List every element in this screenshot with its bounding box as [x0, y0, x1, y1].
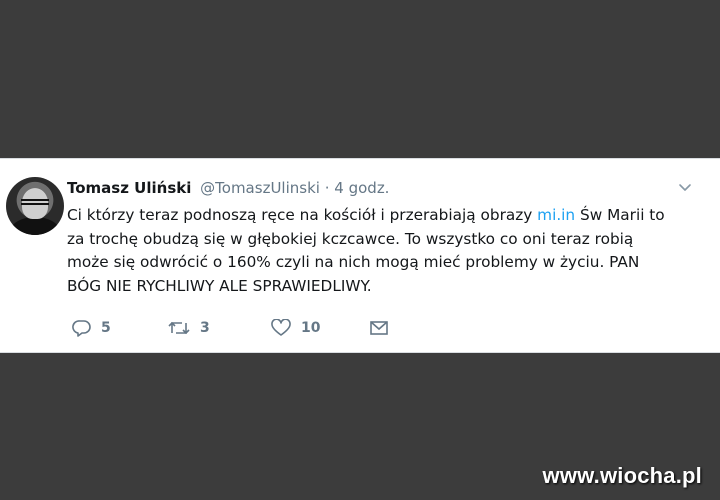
- tweet-text: Ci którzy teraz podnoszą ręce na kościół…: [67, 204, 677, 298]
- reply-count: 5: [101, 320, 111, 336]
- tweet-card[interactable]: Tomasz Uliński @TomaszUlinski · 4 godz. …: [0, 158, 720, 353]
- retweet-button[interactable]: 3: [167, 319, 210, 337]
- chevron-down-icon[interactable]: [676, 179, 694, 197]
- avatar-shoulders: [10, 217, 60, 235]
- message-button[interactable]: [369, 319, 389, 337]
- retweet-count: 3: [200, 320, 210, 336]
- author-handle[interactable]: @TomaszUlinski: [200, 179, 320, 197]
- separator-dot: ·: [324, 179, 330, 197]
- message-icon: [369, 319, 389, 337]
- like-icon: [270, 319, 292, 337]
- tweet-link[interactable]: mi.in: [537, 206, 575, 224]
- background-top: [0, 0, 720, 158]
- tweet-actions: 5 3 10: [72, 319, 432, 339]
- author-name[interactable]: Tomasz Uliński: [67, 179, 191, 197]
- reply-button[interactable]: 5: [72, 319, 111, 337]
- like-button[interactable]: 10: [270, 319, 320, 337]
- reply-icon: [72, 319, 92, 337]
- like-count: 10: [301, 320, 321, 336]
- tweet-time[interactable]: 4 godz.: [334, 179, 389, 197]
- avatar[interactable]: [6, 177, 64, 235]
- tweet-text-part1: Ci którzy teraz podnoszą ręce na kościół…: [67, 206, 538, 224]
- tweet-header: Tomasz Uliński @TomaszUlinski · 4 godz.: [67, 179, 389, 197]
- avatar-glasses: [21, 199, 49, 205]
- watermark: www.wiocha.pl: [542, 463, 702, 488]
- retweet-icon: [167, 319, 191, 337]
